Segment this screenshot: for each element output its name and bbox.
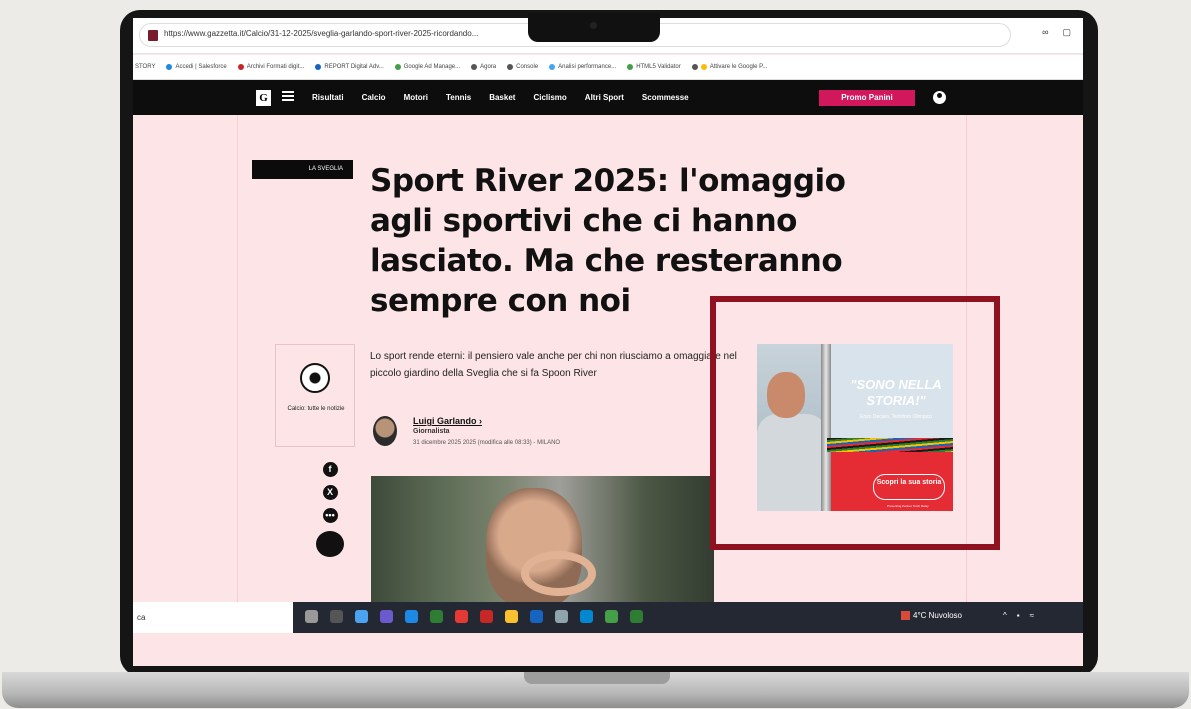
screen: https://www.gazzetta.it/Calcio/31-12-202… [133, 18, 1083, 666]
google-icon [700, 64, 707, 70]
nav-item-altri-sport[interactable]: Altri Sport [576, 93, 633, 102]
publish-date: 31 dicembre 2025 2025 (modifica alle 08:… [413, 440, 561, 446]
bookmark-item[interactable]: Accedi | Salesforce [166, 64, 227, 70]
bookmark-icon [237, 64, 244, 70]
chevron-up-icon[interactable]: ^ [1003, 611, 1007, 620]
calcio-news-label: Calcio: tutte le notizie [287, 406, 345, 412]
user-account-icon[interactable] [933, 91, 946, 104]
ad-manager-icon [394, 64, 401, 70]
tray-app-icon[interactable]: ▪ [1017, 611, 1020, 620]
edge-icon[interactable] [405, 610, 418, 623]
validator-icon [627, 64, 634, 70]
nav-item-ciclismo[interactable]: Ciclismo [524, 93, 575, 102]
taskbar-search[interactable]: ca [133, 602, 293, 633]
task-view-icon[interactable] [305, 610, 318, 623]
app-icon[interactable] [455, 610, 468, 623]
app-icon[interactable] [555, 610, 568, 623]
ad-highlight-frame [710, 296, 1000, 550]
outlook-icon[interactable] [580, 610, 593, 623]
author-role: Giornalista [413, 428, 450, 435]
teams-icon[interactable] [380, 610, 393, 623]
window-icon[interactable]: ▢ [1062, 27, 1071, 38]
globe-icon [507, 64, 514, 70]
salesforce-icon [166, 64, 173, 70]
system-tray[interactable]: ^ ▪ ≈ [1003, 611, 1034, 620]
weather-widget[interactable]: 4°C Nuvoloso [901, 611, 962, 621]
excel-icon[interactable] [630, 610, 643, 623]
windows-taskbar: ca 4°C Nuvoloso ^ ▪ ≈ [133, 602, 1083, 633]
filezilla-icon[interactable] [480, 610, 493, 623]
bookmark-item[interactable]: Archivi Formati digit... [237, 64, 304, 70]
camera-notch [528, 13, 660, 42]
share-bar: f X ••• [316, 462, 344, 557]
soccer-ball-icon [300, 363, 330, 393]
chrome-icon[interactable] [605, 610, 618, 623]
laptop-opening-notch [524, 672, 670, 684]
network-icon[interactable]: ≈ [1030, 611, 1034, 620]
bookmark-item[interactable]: Google Ad Manage... [394, 64, 460, 70]
bookmarks-bar: STORY Accedi | Salesforce Archivi Format… [133, 55, 1083, 80]
author-name-link[interactable]: Luigi Garlando › [413, 416, 482, 426]
globe-icon [691, 64, 698, 70]
section-tag[interactable]: LA SVEGLIA [252, 160, 353, 179]
site-favicon-icon [148, 30, 158, 41]
comment-icon[interactable] [316, 531, 344, 557]
facebook-icon[interactable]: f [322, 462, 338, 477]
bookmark-item[interactable]: Attivare le Google P... [691, 64, 767, 70]
security-icon[interactable] [355, 610, 368, 623]
weather-icon [901, 611, 910, 621]
article-hero-image [371, 476, 714, 610]
heart-hands [521, 551, 596, 596]
widgets-icon[interactable] [330, 610, 343, 623]
laptop-base [2, 672, 1189, 708]
url-text: https://www.gazzetta.it/Calcio/31-12-202… [164, 29, 479, 38]
site-navigation: G Risultati Calcio Motori Tennis Basket … [133, 80, 1083, 115]
bookmark-item[interactable]: STORY [135, 64, 155, 70]
nav-item-calcio[interactable]: Calcio [353, 93, 395, 102]
extension-icon[interactable]: ∞ [1042, 27, 1048, 38]
bookmark-item[interactable]: Console [507, 64, 538, 70]
globe-icon [471, 64, 478, 70]
x-icon[interactable]: X [322, 485, 338, 500]
hamburger-menu-icon[interactable] [282, 91, 294, 101]
gazzetta-logo[interactable]: G [256, 90, 271, 106]
camera-icon [590, 22, 597, 29]
nav-item-basket[interactable]: Basket [480, 93, 524, 102]
file-explorer-icon[interactable] [505, 610, 518, 623]
browser-icon[interactable] [430, 610, 443, 623]
bookmark-item[interactable]: HTML5 Validator [627, 64, 681, 70]
nav-item-motori[interactable]: Motori [395, 93, 437, 102]
bookmark-item[interactable]: Analisi performance... [549, 64, 616, 70]
calcio-news-card[interactable]: Calcio: tutte le notizie [275, 344, 355, 447]
bookmark-icon [315, 64, 322, 70]
store-icon[interactable] [530, 610, 543, 623]
promo-panini-button[interactable]: Promo Panini [819, 90, 915, 106]
bookmark-item[interactable]: Agora [471, 64, 496, 70]
analytics-icon [549, 64, 556, 70]
nav-item-scommesse[interactable]: Scommesse [633, 93, 698, 102]
more-icon[interactable]: ••• [322, 508, 338, 523]
nav-item-tennis[interactable]: Tennis [437, 93, 480, 102]
bookmark-item[interactable]: REPORT Digital Adv... [315, 64, 384, 70]
nav-item-risultati[interactable]: Risultati [303, 93, 353, 102]
author-avatar[interactable] [373, 416, 397, 446]
